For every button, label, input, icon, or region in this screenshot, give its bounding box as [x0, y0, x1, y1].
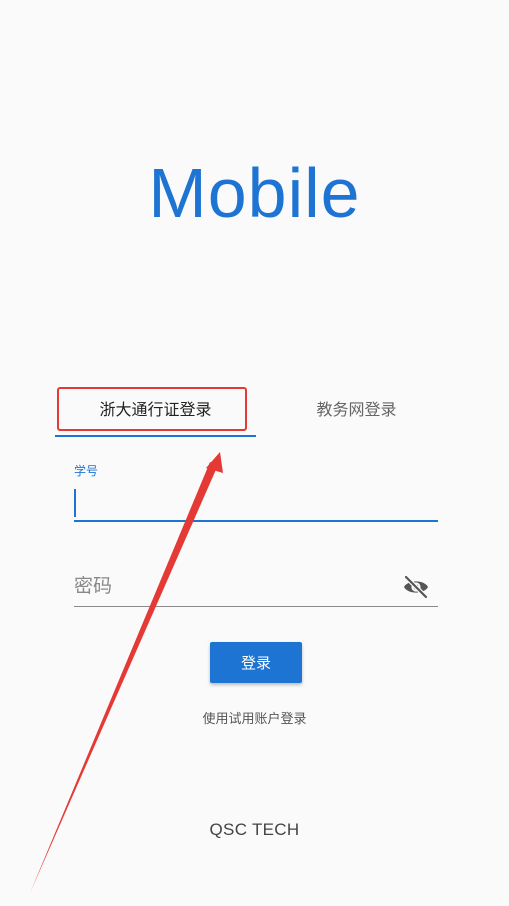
password-underline	[74, 606, 438, 607]
password-field	[74, 565, 438, 607]
student-id-field: 学号	[74, 462, 438, 522]
trial-account-link[interactable]: 使用试用账户登录	[0, 708, 509, 727]
annotation-arrow	[30, 452, 223, 893]
eye-off-icon[interactable]	[402, 575, 430, 599]
active-tab-indicator	[55, 435, 256, 437]
student-id-underline	[74, 520, 438, 522]
tab-academic-login[interactable]: 教务网登录	[256, 385, 457, 437]
student-id-input[interactable]	[74, 484, 438, 518]
tab-zju-pass-login[interactable]: 浙大通行证登录	[55, 385, 256, 437]
password-input[interactable]	[74, 569, 394, 603]
student-id-label: 学号	[74, 464, 99, 478]
app-title: Mobile	[148, 154, 361, 232]
login-button[interactable]: 登录	[210, 642, 302, 683]
login-screen: Mobile 浙大通行证登录 教务网登录 学号 登录 使用试用账户登录 QSC …	[0, 0, 509, 906]
footer-credit: QSC TECH	[209, 820, 300, 839]
login-tabs: 浙大通行证登录 教务网登录	[55, 385, 457, 437]
text-caret	[74, 489, 76, 517]
